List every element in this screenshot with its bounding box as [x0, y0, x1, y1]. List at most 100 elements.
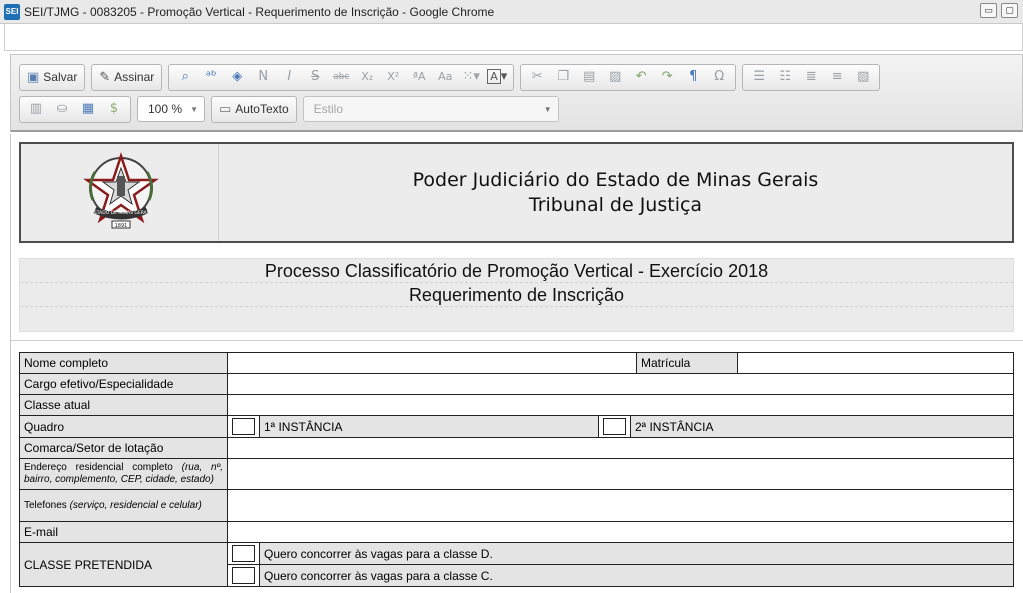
strike-abc-icon[interactable]: abc	[331, 67, 351, 87]
sign-group: ✎ Assinar	[91, 63, 163, 91]
phones-label: Telefones (serviço, residencial e celula…	[19, 489, 228, 522]
table-row: Endereço residencial completo (rua, nº, …	[19, 458, 1014, 490]
table-row: Nome completo Matrícula	[19, 352, 1014, 374]
divider	[11, 340, 1023, 341]
sign-button-label: Assinar	[114, 70, 155, 84]
editor-toolbar: ▣ Salvar ✎ Assinar ⌕ ᵃᵇ ◈ N I S abc X₂ X…	[10, 54, 1023, 132]
district-label: Comarca/Setor de lotação	[19, 437, 228, 459]
omega-icon[interactable]: Ω	[709, 67, 729, 87]
sei-link-icon[interactable]: ▦	[78, 99, 98, 119]
paste-text-icon[interactable]: ▨	[605, 67, 625, 87]
second-instance-label: 2ª INSTÂNCIA	[630, 416, 1013, 437]
first-instance-checkbox[interactable]	[232, 418, 255, 435]
sign-button[interactable]: ✎ Assinar	[95, 66, 158, 88]
form-icon[interactable]: ▥	[26, 99, 46, 119]
clipboard-group: ✂ ❐ ▤ ▨ ↶ ↷ ¶ Ω	[520, 63, 737, 91]
table-icon[interactable]: ⁙▾	[461, 67, 481, 87]
uppercase-icon[interactable]: ªA	[409, 67, 429, 87]
subscript-icon[interactable]: X₂	[357, 67, 377, 87]
undo-icon[interactable]: ↶	[631, 67, 651, 87]
class-c-option: Quero concorrer às vagas para a classe C…	[259, 565, 1013, 586]
toolbar-row-2: ▥ ⛀ ▦ $ 100 % ▼ ▭ AutoTexto Estilo ▼	[19, 95, 559, 123]
bold-icon[interactable]: N	[253, 67, 273, 87]
table-row: Telefones (serviço, residencial e celula…	[19, 489, 1014, 522]
address-label: Endereço residencial completo (rua, nº, …	[19, 458, 228, 490]
pilcrow-icon[interactable]: ¶	[683, 67, 703, 87]
toolbar-row-1: ▣ Salvar ✎ Assinar ⌕ ᵃᵇ ◈ N I S abc X₂ X…	[19, 63, 886, 91]
full-name-label: Nome completo	[19, 352, 228, 374]
address-label-main: Endereço residencial completo	[24, 462, 173, 473]
seal-motto: ESTADO DE MINAS GERAIS	[91, 210, 151, 216]
court-name: Poder Judiciário do Estado de Minas Gera…	[412, 168, 819, 191]
outdent-icon[interactable]: ≣	[801, 67, 821, 87]
court-subname: Tribunal de Justiça	[528, 193, 703, 216]
class-d-checkbox-cell	[228, 543, 260, 564]
floppy-disk-icon: ▣	[27, 69, 40, 85]
zoom-select[interactable]: 100 % ▼	[137, 96, 205, 122]
bullet-list-icon[interactable]: ☷	[775, 67, 795, 87]
italic-icon[interactable]: I	[279, 67, 299, 87]
window-title: SEI/TJMG - 0083205 - Promoção Vertical -…	[24, 5, 495, 19]
board-options: 1ª INSTÂNCIA 2ª INSTÂNCIA	[228, 416, 1013, 437]
dollar-icon[interactable]: $	[104, 99, 124, 119]
minas-gerais-coat-of-arms-icon: ESTADO DE MINAS GERAIS 1891	[83, 152, 159, 229]
indent-icon[interactable]: ≡	[827, 67, 847, 87]
table-row: CLASSE PRETENDIDA Quero concorrer às vag…	[19, 542, 1014, 587]
pen-icon: ✎	[99, 69, 111, 85]
registration-form-table: Nome completo Matrícula Cargo efetivo/Es…	[19, 352, 1014, 587]
current-class-field[interactable]	[227, 394, 1014, 416]
superscript-icon[interactable]: X²	[383, 67, 403, 87]
class-c-cell: Quero concorrer às vagas para a classe C…	[227, 564, 1014, 587]
lowercase-icon[interactable]: Aa	[435, 67, 455, 87]
phones-label-detail: (serviço, residencial e celular)	[69, 499, 202, 511]
restore-button[interactable]: ▢	[1001, 3, 1018, 18]
position-label: Cargo efetivo/Especialidade	[19, 373, 228, 395]
copy-icon[interactable]: ❐	[553, 67, 573, 87]
document-editor[interactable]: ESTADO DE MINAS GERAIS 1891 Poder Judici…	[10, 134, 1023, 593]
email-label: E-mail	[19, 521, 228, 543]
save-button[interactable]: ▣ Salvar	[23, 66, 81, 88]
strikethrough-icon[interactable]: S	[305, 67, 325, 87]
stamp-icon[interactable]: ⛀	[52, 99, 72, 119]
cut-icon[interactable]: ✂	[527, 67, 547, 87]
eraser-icon[interactable]: ◈	[227, 67, 247, 87]
district-field[interactable]	[227, 437, 1014, 459]
class-c-checkbox-cell	[228, 565, 260, 586]
replace-icon[interactable]: ᵃᵇ	[201, 67, 221, 87]
find-icon[interactable]: ⌕	[175, 67, 195, 87]
speech-bubble-icon: ▭	[219, 101, 232, 117]
text-color-icon[interactable]: A ▾	[487, 67, 507, 87]
autotext-button[interactable]: ▭ AutoTexto	[215, 98, 293, 120]
current-class-label: Classe atual	[19, 394, 228, 416]
style-placeholder: Estilo	[313, 102, 344, 116]
misc-group: ▥ ⛀ ▦ $	[19, 95, 131, 123]
phones-label-main: Telefones	[24, 499, 67, 511]
phones-field[interactable]	[227, 489, 1014, 522]
first-instance-label: 1ª INSTÂNCIA	[259, 416, 599, 437]
class-c-checkbox[interactable]	[232, 567, 255, 584]
process-title: Processo Classificatório de Promoção Ver…	[20, 259, 1013, 283]
table-row: Classe atual	[19, 394, 1014, 416]
full-name-field[interactable]	[227, 352, 637, 374]
table-row: Comarca/Setor de lotação	[19, 437, 1014, 459]
empty-title-row	[20, 307, 1013, 331]
board-options-cell: 1ª INSTÂNCIA 2ª INSTÂNCIA	[227, 415, 1014, 438]
save-button-label: Salvar	[43, 70, 78, 84]
class-d-checkbox[interactable]	[232, 545, 255, 562]
seal-cell: ESTADO DE MINAS GERAIS 1891	[21, 144, 219, 241]
image-icon[interactable]: ▧	[853, 67, 873, 87]
desired-class-label: CLASSE PRETENDIDA	[19, 542, 228, 587]
browser-address-bar[interactable]	[4, 24, 1023, 51]
minimize-button[interactable]: ▭	[980, 3, 997, 18]
second-instance-checkbox[interactable]	[603, 418, 626, 435]
first-instance-checkbox-cell	[228, 416, 260, 437]
court-name-cell: Poder Judiciário do Estado de Minas Gera…	[219, 144, 1012, 241]
address-field[interactable]	[227, 458, 1014, 490]
paste-icon[interactable]: ▤	[579, 67, 599, 87]
redo-icon[interactable]: ↷	[657, 67, 677, 87]
numbered-list-icon[interactable]: ☰	[749, 67, 769, 87]
position-field[interactable]	[227, 373, 1014, 395]
email-field[interactable]	[227, 521, 1014, 543]
style-select[interactable]: Estilo ▼	[302, 96, 559, 122]
registration-field[interactable]	[737, 352, 1014, 374]
